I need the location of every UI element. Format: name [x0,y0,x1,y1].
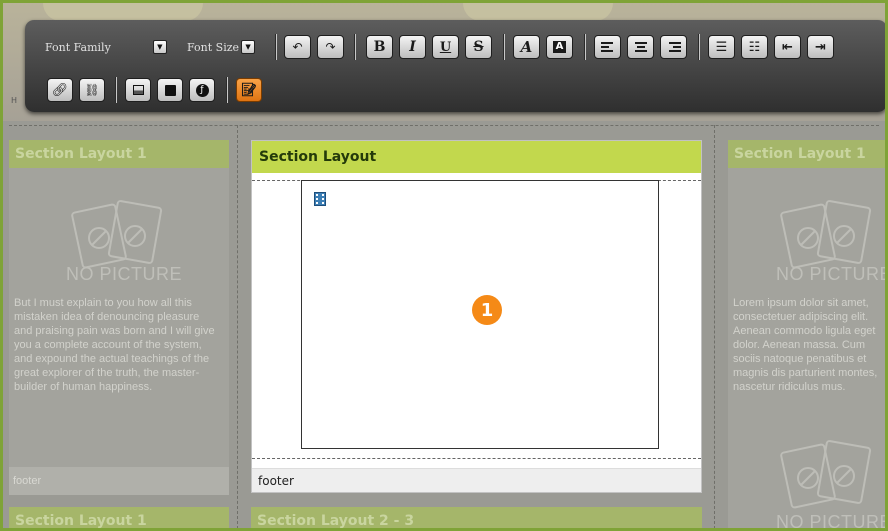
text-color-button[interactable]: A [513,35,540,59]
section-body: NO PICTURE Lorem ipsum dolor sit amet, c… [728,168,888,531]
numbered-list-icon: ☷ [748,39,761,55]
section-text: Lorem ipsum dolor sit amet, consectetuer… [733,297,878,393]
insert-media-button[interactable] [157,78,183,102]
section-text: But I must explain to you how all this m… [14,297,215,393]
toolbar-separator [698,34,700,60]
bold-icon: B [373,39,386,55]
section-title: Section Layout [252,141,701,173]
section-footer: footer [252,468,701,492]
media-placeholder[interactable]: 1 [301,180,659,449]
outdent-button[interactable]: ⇤ [774,35,801,59]
undo-button[interactable]: ↶ [284,35,311,59]
strikethrough-icon: S [473,39,484,55]
chevron-down-icon[interactable]: ▼ [152,40,167,54]
no-picture-icon [780,440,872,509]
section-title: Section Layout 1 [9,507,229,528]
header-text-fragment: H [11,96,18,105]
italic-button[interactable]: I [399,35,426,59]
chevron-down-icon[interactable]: ▼ [241,40,256,54]
no-picture-icon [71,200,163,269]
bullet-list-icon: ☰ [715,39,728,55]
text-color-icon: A [520,37,533,56]
section-layout-left[interactable]: Section Layout 1 NO PICTURE But I must e… [9,140,229,495]
align-center-button[interactable] [627,35,654,59]
image-icon [132,85,144,95]
no-picture-icon [780,200,872,269]
link-icon: 🔗︎ [51,82,69,98]
toolbar-separator [275,34,277,60]
strikethrough-button[interactable]: S [465,35,492,59]
indent-button[interactable]: ⇥ [807,35,834,59]
undo-icon: ↶ [292,40,303,54]
bullet-list-button[interactable]: ☰ [708,35,735,59]
unlink-icon: ⛓ [84,83,100,97]
font-family-label: Font Family [45,40,111,54]
remove-link-button[interactable]: ⛓ [79,78,105,102]
align-left-button[interactable] [594,35,621,59]
outdent-icon: ⇤ [782,39,793,55]
section-title: Section Layout 2 - 3 [251,507,702,528]
insert-image-button[interactable] [125,78,151,102]
section-layout-active[interactable]: Section Layout 1 footer [251,140,702,493]
section-footer: footer [9,467,229,495]
no-picture-label: NO PICTURE [66,264,183,284]
align-right-icon [667,42,681,52]
layout-guide [9,125,879,126]
no-picture-label: NO PICTURE [776,264,888,284]
redo-icon: ↷ [325,40,336,54]
underline-icon: U [439,39,452,55]
underline-button[interactable]: U [432,35,459,59]
document-edit-icon: 📝︎ [240,82,258,98]
numbered-list-button[interactable]: ☷ [741,35,768,59]
layout-guide [237,125,238,528]
background-color-button[interactable]: A [546,35,573,59]
insert-link-button[interactable]: 🔗︎ [47,78,73,102]
align-center-icon [634,42,648,52]
section-title: Section Layout 1 [9,140,229,168]
highlight-icon: A [552,41,567,53]
source-view-button[interactable]: 📝︎ [236,78,262,102]
toolbar-separator [503,34,505,60]
align-right-button[interactable] [660,35,687,59]
no-picture-label: NO PICTURE [776,512,888,531]
redo-button[interactable]: ↷ [317,35,344,59]
section-title: Section Layout 1 [728,140,885,168]
section-layout-center-bottom[interactable]: Section Layout 2 - 3 [251,507,702,528]
editor-canvas: H Section Layout 1 NO PICTURE But I must… [0,0,888,531]
header-decoration [463,3,613,21]
content-guide [252,458,701,459]
video-icon [314,192,326,206]
media-icon [164,84,176,96]
font-size-dropdown[interactable]: Font Size ▼ [187,39,256,55]
font-family-dropdown[interactable]: Font Family ▼ [45,39,167,55]
insert-flash-button[interactable]: ƒ [189,78,215,102]
header-decoration [43,3,203,21]
section-layout-left-bottom[interactable]: Section Layout 1 [9,507,229,528]
section-body: NO PICTURE But I must explain to you how… [9,168,229,495]
step-badge: 1 [472,295,502,325]
indent-icon: ⇥ [815,39,826,55]
toolbar-separator [354,34,356,60]
section-layout-right[interactable]: Section Layout 1 NO PICTURE Lorem ipsum … [728,140,888,531]
toolbar-separator [115,77,117,103]
font-size-label: Font Size [187,40,240,54]
flash-icon: ƒ [195,83,209,97]
rich-text-toolbar: Font Family ▼ Font Size ▼ ↶ ↷ B I U S A [25,20,885,112]
toolbar-separator [226,77,228,103]
bold-button[interactable]: B [366,35,393,59]
italic-icon: I [409,39,416,55]
toolbar-separator [584,34,586,60]
layout-guide [714,125,715,528]
align-left-icon [600,42,615,52]
